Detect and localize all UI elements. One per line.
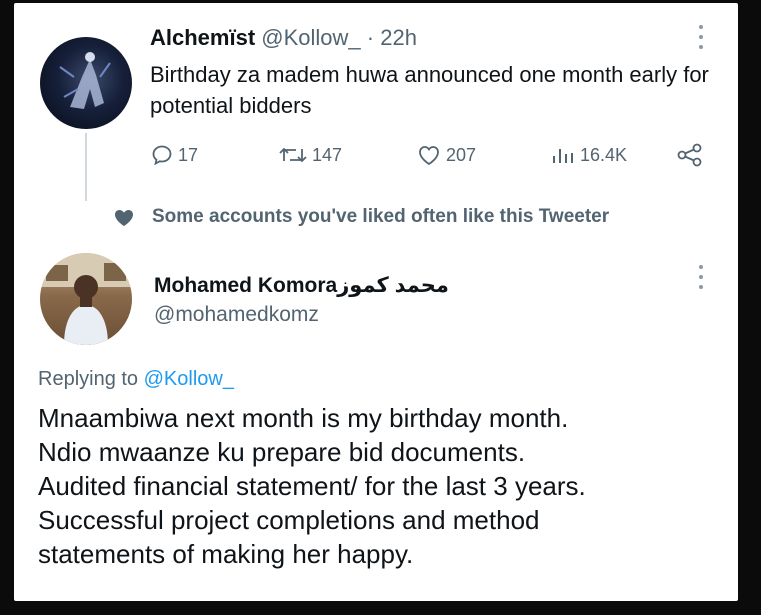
avatar[interactable] bbox=[40, 253, 132, 345]
tweet-text: Mnaambiwa next month is my birthday mont… bbox=[38, 401, 728, 571]
author-handle[interactable]: @Kollow_ bbox=[261, 25, 360, 50]
heart-icon bbox=[115, 210, 133, 226]
tweet-text-line: Audited financial statement/ for the las… bbox=[38, 471, 586, 501]
replying-to: Replying to @Kollow_ bbox=[38, 368, 234, 391]
reply-button[interactable]: 17 bbox=[150, 141, 198, 169]
avatar[interactable] bbox=[40, 37, 132, 129]
tweet-text: Birthday za madem huwa announced one mon… bbox=[150, 62, 709, 118]
reply-count: 17 bbox=[178, 144, 199, 165]
share-button[interactable] bbox=[676, 141, 704, 169]
retweet-icon bbox=[279, 147, 307, 163]
meta-separator: · bbox=[360, 25, 381, 50]
reply-icon bbox=[152, 145, 172, 166]
retweet-count: 147 bbox=[312, 144, 343, 165]
more-options-icon[interactable] bbox=[698, 25, 704, 49]
like-button[interactable]: 207 bbox=[416, 141, 476, 169]
mention-link[interactable]: @Kollow_ bbox=[144, 368, 234, 390]
heart-icon bbox=[419, 146, 439, 166]
replying-prefix: Replying to bbox=[38, 368, 144, 390]
social-context-text: Some accounts you've liked often like th… bbox=[152, 206, 610, 227]
views-button[interactable]: 16.4K bbox=[550, 141, 627, 169]
view-count: 16.4K bbox=[580, 144, 628, 165]
avatar-image bbox=[40, 253, 132, 345]
retweet-button[interactable]: 147 bbox=[278, 141, 342, 169]
thread-line bbox=[85, 133, 87, 201]
tweet-text-line: statements of making her happy. bbox=[38, 539, 414, 569]
tweet-text-line: Mnaambiwa next month is my birthday mont… bbox=[38, 403, 569, 433]
tweet-text-line: Ndio mwaanze ku prepare bid documents. bbox=[38, 437, 526, 467]
views-icon bbox=[553, 149, 573, 163]
tweet-header: Alchemïst @Kollow_ · 22h bbox=[150, 25, 417, 51]
share-icon bbox=[677, 143, 702, 167]
author-name[interactable]: Mohamed Komoraمحمد كموز bbox=[154, 273, 449, 298]
author-handle[interactable]: @mohamedkomz bbox=[154, 303, 319, 327]
tweet-time[interactable]: 22h bbox=[380, 25, 417, 50]
tweet-text-line: Successful project completions and metho… bbox=[38, 505, 540, 535]
author-name[interactable]: Alchemïst bbox=[150, 25, 255, 50]
tweet-card: Alchemïst @Kollow_ · 22h Birthday za mad… bbox=[14, 3, 738, 601]
avatar-image bbox=[59, 52, 111, 109]
more-options-icon[interactable] bbox=[698, 265, 704, 289]
like-count: 207 bbox=[446, 144, 477, 165]
